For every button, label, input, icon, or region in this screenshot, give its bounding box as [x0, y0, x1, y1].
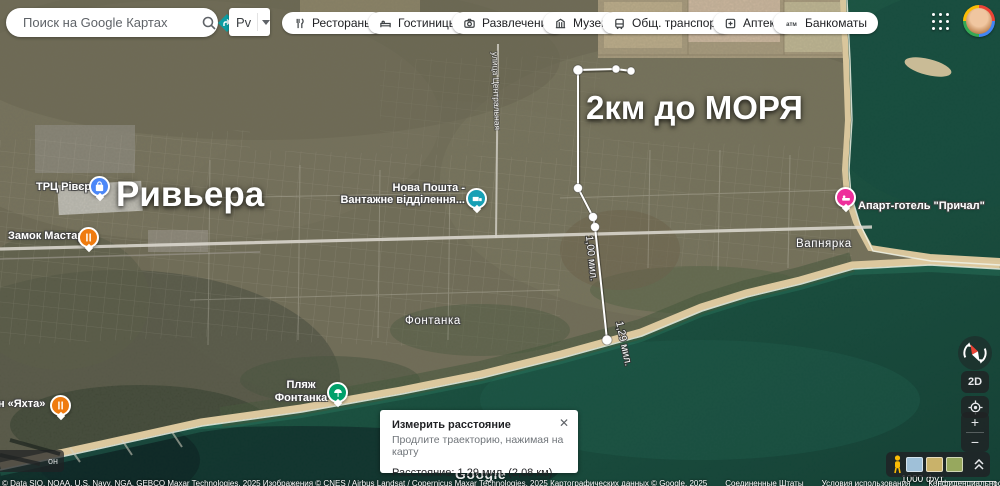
map-style-thumbnail-terrain[interactable] — [926, 457, 943, 472]
fork-knife-icon — [86, 233, 91, 242]
account-avatar[interactable] — [963, 5, 995, 37]
annotation-sea-distance: 2км до МОРЯ — [586, 89, 803, 126]
shopping-bag-icon — [95, 181, 104, 192]
svg-text:атм: атм — [786, 21, 797, 27]
search-input[interactable] — [21, 14, 201, 31]
restaurant-pin-yahta[interactable] — [50, 395, 71, 416]
map-style-thumbnail-default[interactable] — [906, 457, 923, 472]
hotel-pin[interactable] — [835, 187, 856, 208]
collapse-chevrons-icon[interactable] — [974, 459, 984, 470]
place-label-apart-hotel[interactable]: Апарт-готель "Причал" — [858, 200, 985, 212]
close-icon[interactable]: ✕ — [559, 416, 569, 430]
apps-grid-icon[interactable] — [932, 13, 951, 32]
restaurant-pin[interactable] — [78, 227, 99, 248]
profile-shortcut-box[interactable]: Pv — [229, 8, 270, 36]
hotel-icon — [380, 20, 391, 27]
camera-icon — [464, 18, 475, 28]
compass-icon — [963, 342, 987, 364]
map-style-thumbnail-satellite[interactable] — [946, 457, 963, 472]
mall-pin[interactable] — [89, 176, 110, 197]
attribution-bar: © Data SIO, NOAA, U.S. Navy, NGA, GEBCO … — [2, 479, 1000, 486]
atm-icon: атм — [786, 21, 797, 27]
zoom-in-button[interactable]: + — [961, 412, 989, 432]
search-bar[interactable] — [6, 8, 236, 37]
transit-icon — [615, 18, 624, 29]
privacy-link[interactable]: Конфиденциальность — [928, 479, 1000, 486]
zoom-out-button[interactable]: − — [961, 433, 989, 453]
terms-link[interactable]: Условия использования — [822, 479, 911, 486]
dialog-hint: Продлите траекторию, нажимая на карту — [392, 434, 564, 458]
restaurant-icon — [296, 17, 304, 28]
museum-icon — [555, 18, 566, 28]
search-icon[interactable] — [201, 15, 217, 31]
clipped-control[interactable]: он — [0, 450, 64, 472]
region-link[interactable]: Соединенные Штаты — [725, 479, 803, 486]
place-label-nova-poshta[interactable]: Нова Пошта - Вантажне відділення... — [340, 182, 465, 206]
beach-umbrella-icon — [333, 388, 342, 397]
zoom-control: + − — [961, 412, 989, 452]
dialog-title: Измерить расстояние — [392, 419, 511, 431]
compass-control[interactable] — [958, 336, 992, 370]
fork-knife-icon — [58, 401, 63, 410]
chip-atms[interactable]: атм Банкоматы — [773, 12, 879, 34]
bed-icon — [841, 194, 850, 201]
beach-pin[interactable] — [327, 382, 348, 403]
place-label-restaurant-yahta[interactable]: Ресторан «Яхта» — [0, 398, 45, 410]
truck-icon — [472, 196, 482, 201]
chevron-down-icon[interactable] — [262, 19, 270, 25]
google-maps-app: улица Центральная 1,00 мил. 1,29 мил. Ри… — [0, 0, 1000, 486]
dialog-distance-value: Расстояние: 1,29 мил. (2,08 км) — [392, 467, 553, 479]
pegman-icon[interactable] — [892, 455, 903, 474]
measure-distance-dialog: Измерить расстояние Продлите траекторию,… — [380, 410, 578, 479]
dimension-toggle-button[interactable]: 2D — [961, 371, 989, 393]
avatar-photo — [966, 8, 992, 34]
attribution-text: © Data SIO, NOAA, U.S. Navy, NGA, GEBCO … — [2, 479, 708, 486]
place-label-beach-fontanka[interactable]: Пляж Фонтанка — [268, 379, 334, 405]
locality-label-fontanka[interactable]: Фонтанка — [405, 315, 461, 327]
bottom-right-toolbox — [886, 452, 990, 477]
post-pin[interactable] — [466, 188, 487, 209]
annotation-riviera: Ривьера — [116, 175, 265, 214]
locality-label-vapnyarka[interactable]: Вапнярка — [796, 238, 852, 250]
pharmacy-icon — [725, 18, 736, 28]
